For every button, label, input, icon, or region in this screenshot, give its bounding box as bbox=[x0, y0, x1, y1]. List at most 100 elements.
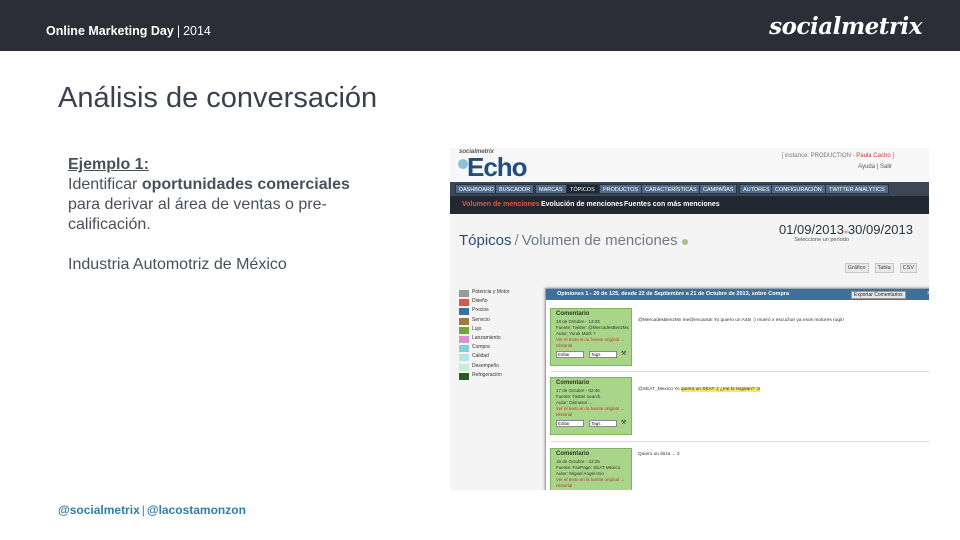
card-source-link[interactable]: Ver el texto en la fuente original → bbox=[556, 406, 625, 411]
nav-autores[interactable]: AUTORES bbox=[739, 184, 774, 194]
close-icon[interactable]: × bbox=[927, 290, 929, 297]
card-source-link[interactable]: Ver el texto en la fuente original → bbox=[556, 477, 625, 482]
body-line2: para derivar al área de ventas o pre-cal… bbox=[68, 196, 327, 233]
tags-select[interactable]: Tags bbox=[589, 351, 617, 358]
legend-label: Potencia y Motor bbox=[472, 289, 510, 295]
breadcrumb-separator: / bbox=[514, 232, 519, 249]
card-source: Fuente: Twitter search bbox=[556, 394, 601, 399]
date-range[interactable]: 01/09/2013»30/09/2013 bbox=[779, 222, 913, 237]
card-source: Fuente: Twitter: @MercadesBenzMx bbox=[556, 325, 629, 330]
divider bbox=[550, 371, 929, 372]
nav-buscador[interactable]: BUSCADOR bbox=[495, 184, 535, 194]
legend-swatch bbox=[459, 363, 469, 371]
nav-productos[interactable]: PRODUCTOS bbox=[599, 184, 643, 194]
footer-handle-2[interactable]: @lacostamonzon bbox=[147, 503, 246, 517]
legend-swatch bbox=[459, 308, 469, 316]
divider bbox=[550, 441, 929, 442]
legend-swatch bbox=[459, 372, 469, 380]
echo-logo: Echo bbox=[467, 152, 528, 182]
main-nav: DASHBOARD BUSCADOR MARCAS TÓPICOS PRODUC… bbox=[450, 182, 929, 196]
nav-configuracion[interactable]: CONFIGURACIÓN bbox=[771, 184, 826, 194]
subnav-evolucion[interactable]: Evolución de menciones bbox=[541, 201, 623, 208]
legend-label: Calidad bbox=[472, 353, 489, 360]
legend-label: Precios bbox=[472, 307, 489, 314]
footer-handle-1[interactable]: @socialmetrix bbox=[58, 503, 140, 517]
export-comments-button[interactable]: Exportar Comentarios bbox=[851, 291, 906, 299]
comment-card: Comentario 17 de Octubre - 02:46 Fuente:… bbox=[550, 377, 632, 435]
card-author: Autor: Miguel Angel Imo bbox=[556, 471, 604, 476]
nav-marcas[interactable]: MARCAS bbox=[535, 184, 567, 194]
card-source: Fuente: FanPage: SEAT México bbox=[556, 465, 621, 470]
top-bar: Online Marketing Day | 2014 socialmetrix bbox=[0, 0, 960, 51]
nav-topicos[interactable]: TÓPICOS bbox=[566, 184, 599, 194]
edit-select[interactable]: Editar bbox=[556, 420, 584, 427]
echo-screenshot: socialmetrix Echo [ instance: PRODUCTION… bbox=[450, 148, 929, 490]
event-title: Online Marketing Day | 2014 bbox=[46, 24, 211, 38]
body-line1-pre: Identificar bbox=[68, 176, 142, 193]
table-view-button[interactable]: Tabla bbox=[874, 263, 894, 273]
edit-select[interactable]: Editar bbox=[556, 351, 584, 358]
legend-swatch bbox=[459, 317, 469, 325]
breadcrumb: Tópicos / Volumen de menciones bbox=[459, 232, 688, 249]
echo-header: socialmetrix Echo [ instance: PRODUCTION… bbox=[450, 148, 929, 182]
example-heading: Ejemplo 1: bbox=[68, 156, 149, 173]
comment-card: Comentario 18 de Octubre - 13:33 Fuente:… bbox=[550, 308, 632, 366]
socialmetrix-logo: socialmetrix bbox=[769, 13, 922, 40]
chart-view-button[interactable]: Gráfico bbox=[844, 263, 869, 273]
event-year: 2014 bbox=[183, 24, 211, 38]
card-author: Autor: Dámasu/ ... bbox=[556, 400, 593, 405]
nav-twitter-analytics[interactable]: TWITTER ANALYTICS bbox=[825, 184, 889, 194]
card-source-link[interactable]: Ver el texto en la fuente original → bbox=[556, 337, 625, 342]
slide-body: Ejemplo 1: Identificar oportunidades com… bbox=[68, 155, 408, 275]
legend-label: Lanzamiento bbox=[472, 334, 501, 341]
comment-card: Comentario 16 de Octubre - 23:25 Fuente:… bbox=[550, 448, 632, 490]
card-title: Comentario bbox=[556, 380, 590, 386]
nav-dashboard[interactable]: DASHBOARD bbox=[455, 184, 498, 194]
legend-swatch bbox=[459, 290, 469, 297]
legend-label: Desempeño bbox=[472, 362, 499, 369]
date-to[interactable]: 30/09/2013 bbox=[848, 222, 913, 237]
nav-campanas[interactable]: CAMPAÑAS bbox=[699, 184, 738, 194]
card-date: 18 de Octubre - 13:33 bbox=[556, 319, 600, 324]
instance-user[interactable]: Paula Cacho bbox=[856, 153, 890, 159]
help-links[interactable]: Ayuda | Salir bbox=[858, 164, 892, 170]
popup-header: Opiniones 1 - 20 de 125, desde 22 de Sep… bbox=[546, 289, 929, 300]
tools-icon[interactable]: ⚒ bbox=[621, 419, 626, 426]
period-hint: Seleccione un período bbox=[794, 237, 849, 243]
industry-label: Industria Automotriz de México bbox=[68, 256, 287, 273]
legend-label: Compra bbox=[472, 344, 490, 351]
breadcrumb-topicos[interactable]: Tópicos bbox=[459, 232, 512, 249]
breadcrumb-current: Volumen de menciones bbox=[521, 232, 678, 249]
legend-swatch bbox=[459, 299, 469, 307]
legend-swatch bbox=[459, 326, 469, 334]
tags-select[interactable]: Tags bbox=[589, 420, 617, 427]
card-history-link[interactable]: Historial bbox=[556, 483, 572, 488]
card-date: 16 de Octubre - 23:25 bbox=[556, 459, 600, 464]
legend-label: Refrigeración bbox=[472, 371, 502, 378]
body-line1-bold: oportunidades comerciales bbox=[141, 176, 350, 193]
legend-swatch bbox=[459, 345, 469, 353]
comment-message: Quiero un ibiza ... 3 bbox=[638, 452, 680, 457]
info-icon[interactable] bbox=[681, 239, 688, 245]
subnav-fuentes[interactable]: Fuentes con más menciones bbox=[624, 201, 720, 208]
event-name: Online Marketing Day bbox=[46, 24, 174, 38]
event-separator: | bbox=[176, 24, 181, 38]
card-history-link[interactable]: Historial bbox=[556, 412, 572, 417]
comment-message: @MercadesBenzMx me@encanta! Yo quiero un… bbox=[638, 318, 844, 323]
subnav-volumen[interactable]: Volumen de menciones bbox=[462, 201, 540, 208]
nav-caracteristicas[interactable]: CARACTERÍSTICAS bbox=[641, 184, 701, 194]
footer-handles: @socialmetrix | @lacostamonzon bbox=[58, 503, 246, 517]
instance-info: [ instance: PRODUCTION - Paula Cacho ] bbox=[781, 153, 894, 159]
card-title: Comentario bbox=[556, 451, 590, 457]
tools-icon[interactable]: ⚒ bbox=[621, 350, 626, 357]
legend-label: Servicio bbox=[472, 316, 490, 323]
card-date: 17 de Octubre - 02:46 bbox=[556, 388, 600, 393]
comments-popup: Opiniones 1 - 20 de 125, desde 22 de Sep… bbox=[545, 288, 929, 490]
popup-title: Opiniones 1 - 20 de 125, desde 22 de Sep… bbox=[557, 291, 790, 297]
card-history-link[interactable]: Historial bbox=[556, 343, 572, 348]
slide-title: Análisis de conversación bbox=[58, 82, 378, 114]
date-from[interactable]: 01/09/2013 bbox=[779, 222, 844, 237]
sub-nav: Volumen de menciones Evolución de mencio… bbox=[450, 196, 929, 214]
legend-swatch bbox=[459, 335, 469, 343]
csv-export-button[interactable]: CSV bbox=[899, 263, 917, 273]
